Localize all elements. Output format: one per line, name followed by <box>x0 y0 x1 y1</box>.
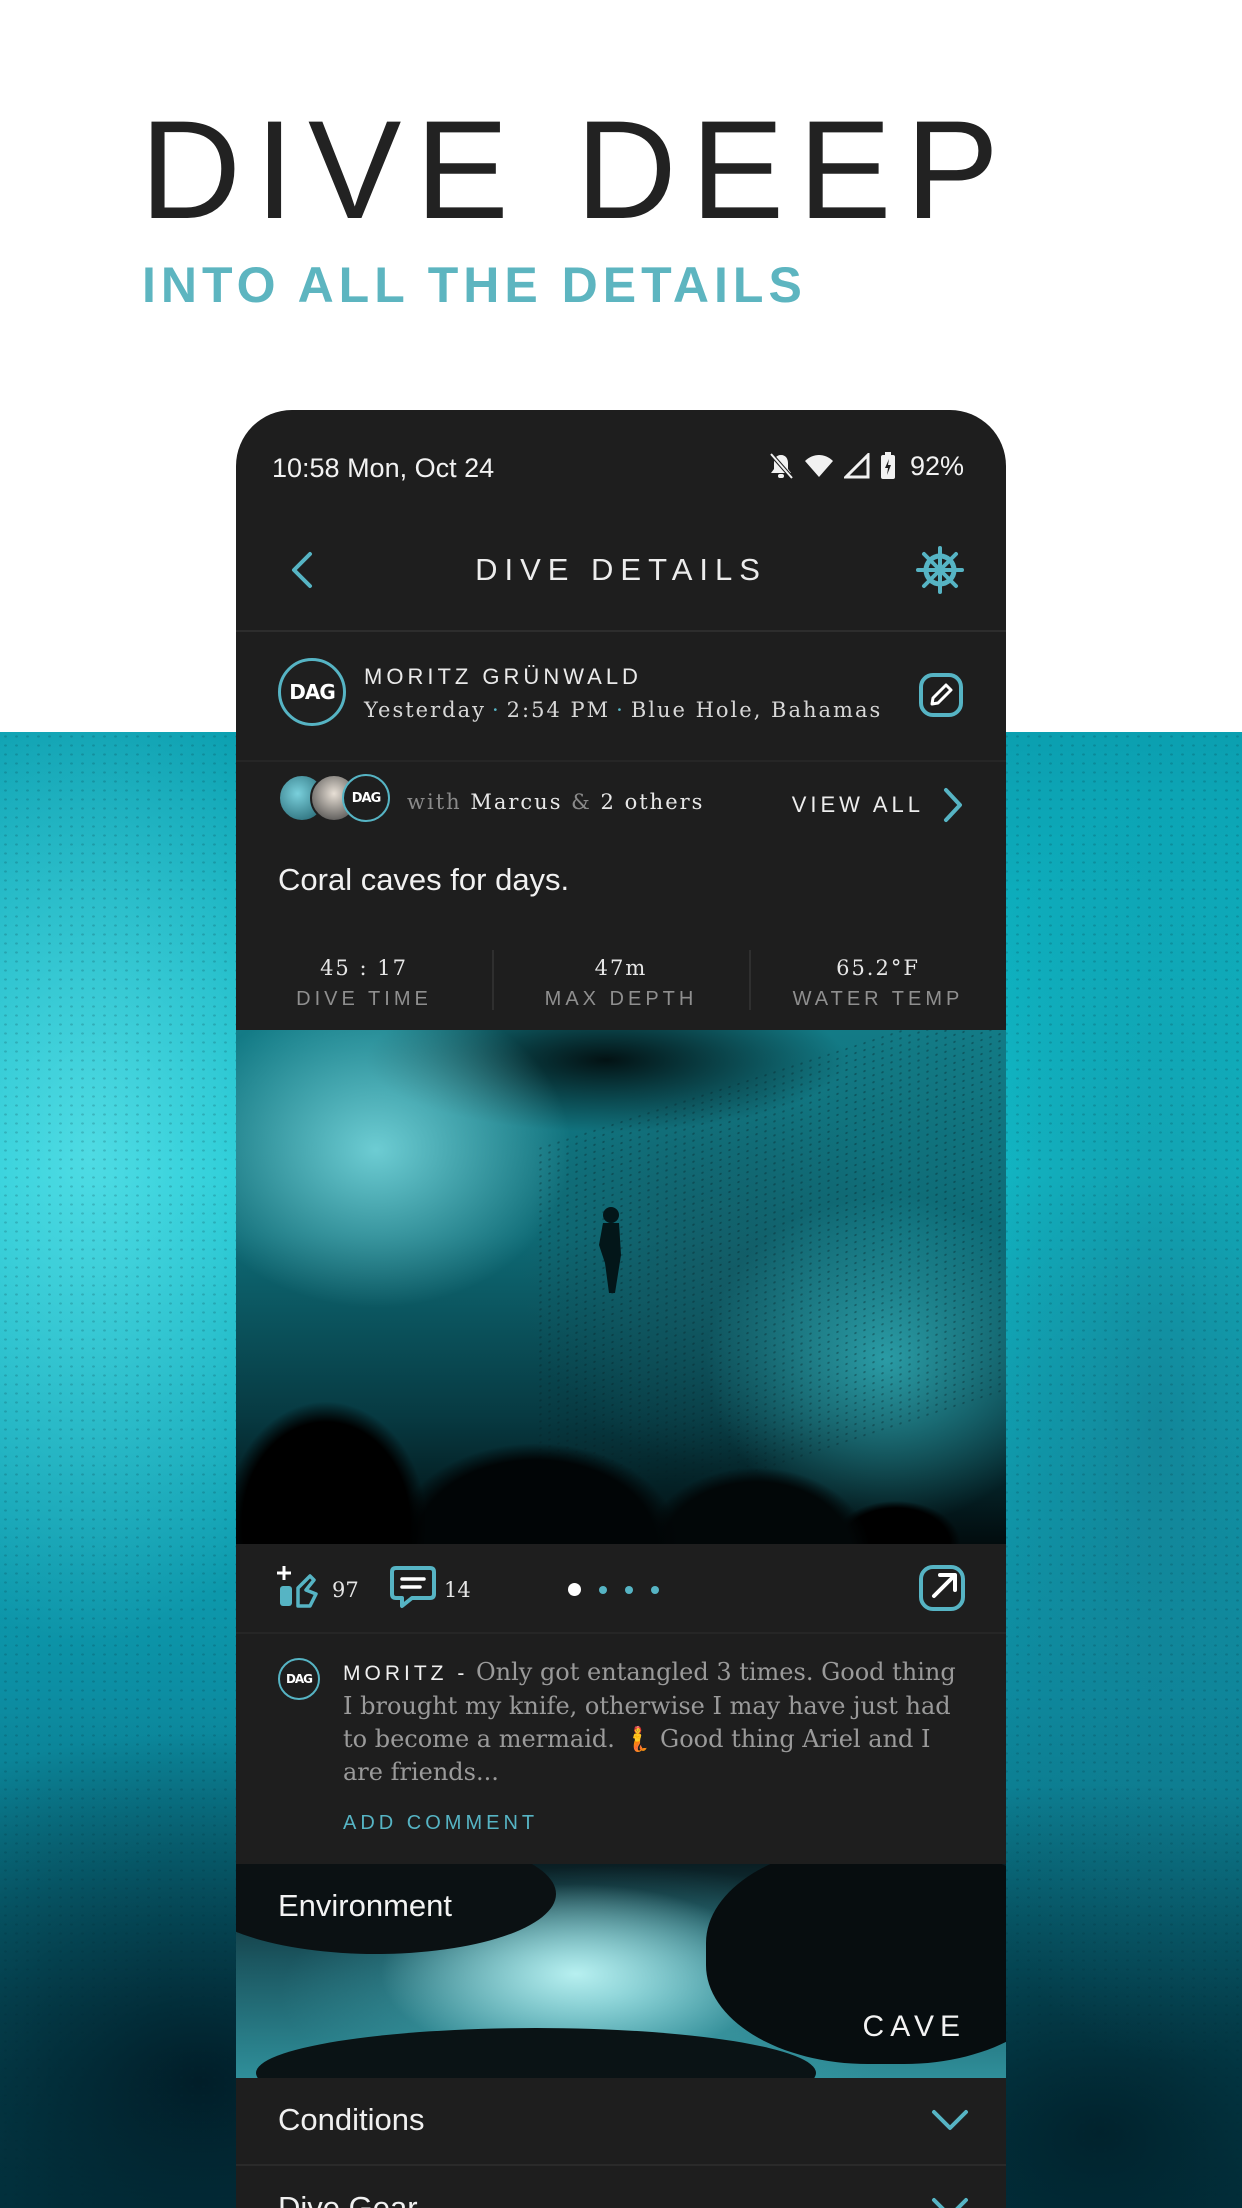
comments-count: 14 <box>444 1578 471 1602</box>
dive-caption: Coral caves for days. <box>278 862 570 897</box>
pager-dot-active[interactable] <box>568 1583 581 1596</box>
status-time: 10:58 Mon, Oct 24 <box>272 453 495 483</box>
buddy-avatar[interactable]: DAG <box>342 774 390 822</box>
stat-label: MAX DEPTH <box>544 988 698 1010</box>
tank-like-icon[interactable] <box>276 1564 322 1610</box>
stat-label: DIVE TIME <box>296 988 432 1010</box>
author-row: DAG MORITZ GRÜNWALD Yesterday · 2:54 PM · Bl… <box>236 632 1006 762</box>
environment-value: CAVE <box>862 2010 966 2043</box>
battery-percent: 92% <box>909 450 964 481</box>
dive-photo[interactable] <box>236 1030 1006 1544</box>
pager-dot[interactable] <box>625 1585 633 1594</box>
conditions-label: Conditions <box>278 2102 425 2137</box>
stat-value: 65.2°F <box>836 956 920 980</box>
rock-silhouette <box>256 2028 816 2078</box>
stat-value: 47m <box>594 956 648 980</box>
phone-screen: 10:58 Mon, Oct 24 92% DIVE DETAILS DAG M… <box>236 410 1006 2208</box>
likes-count: 97 <box>332 1578 359 1602</box>
environment-title: Environment <box>278 1888 453 1923</box>
stat-dive-time: 45 : 17 DIVE TIME <box>236 940 492 1011</box>
stat-max-depth: 47m MAX DEPTH <box>493 940 749 1011</box>
photo-pager-dots[interactable] <box>568 1583 659 1596</box>
reef-silhouette <box>236 1334 1006 1544</box>
commenter-avatar[interactable]: DAG <box>278 1658 320 1700</box>
share-icon[interactable] <box>918 1564 966 1612</box>
hero-title: DIVE DEEP <box>140 91 1013 248</box>
dive-gear-section[interactable]: Dive Gear <box>236 2166 1006 2208</box>
author-name[interactable]: MORITZ GRÜNWALD <box>364 664 642 690</box>
conditions-section[interactable]: Conditions <box>236 2078 1006 2166</box>
view-all-button[interactable]: VIEW ALL <box>792 792 924 818</box>
status-bar: 10:58 Mon, Oct 24 92% <box>236 410 1006 510</box>
dive-stats: 45 : 17 DIVE TIME 47m MAX DEPTH 65.2°F W… <box>236 940 1006 1040</box>
top-comment: DAG MORITZ - Only got entangled 3 times.… <box>236 1634 1006 1864</box>
photo-actions: 97 14 <box>236 1544 1006 1634</box>
author-avatar[interactable]: DAG <box>278 658 346 726</box>
pager-dot[interactable] <box>651 1585 659 1594</box>
environment-card[interactable]: Environment CAVE <box>236 1864 1006 2078</box>
wifi-icon <box>804 455 833 477</box>
others-count[interactable]: 2 others <box>601 790 705 814</box>
dive-meta: Yesterday · 2:54 PM · Blue Hole, Bahamas <box>364 698 883 722</box>
bell-off-icon <box>769 452 794 480</box>
chevron-down-icon[interactable] <box>930 2194 970 2208</box>
battery-icon <box>880 452 895 479</box>
signal-icon <box>843 453 870 479</box>
stat-water-temp: 65.2°F WATER TEMP <box>750 940 1006 1011</box>
add-comment-button[interactable]: ADD COMMENT <box>343 1812 538 1835</box>
ship-wheel-icon[interactable] <box>916 546 964 594</box>
pager-dot[interactable] <box>599 1585 607 1594</box>
first-buddy-name[interactable]: Marcus <box>470 790 562 814</box>
edit-icon[interactable] <box>918 672 964 718</box>
comment-author[interactable]: MORITZ - <box>343 1662 468 1685</box>
stat-value: 45 : 17 <box>320 956 408 980</box>
chevron-right-icon[interactable] <box>940 786 966 824</box>
dive-day: Yesterday <box>364 698 486 722</box>
with-label: with <box>407 790 462 814</box>
comment-icon[interactable] <box>390 1564 436 1610</box>
comment-body: MORITZ - Only got entangled 3 times. Goo… <box>343 1656 963 1789</box>
chevron-down-icon[interactable] <box>930 2106 970 2134</box>
avatar-logo-text: DAG <box>289 680 335 704</box>
hero-subtitle: INTO ALL THE DETAILS <box>142 257 807 313</box>
amp-label: & <box>571 790 592 814</box>
status-icons: 92% <box>768 450 964 482</box>
buddy-logo-text: DAG <box>351 790 382 806</box>
buddies-text: with Marcus & 2 others <box>407 790 704 814</box>
diver-silhouette <box>599 1207 621 1293</box>
dive-gear-label: Dive Gear <box>278 2190 418 2208</box>
buddies-row: DAG with Marcus & 2 others VIEW ALL <box>236 762 1006 846</box>
app-bar: DIVE DETAILS <box>236 510 1006 632</box>
screen-title: DIVE DETAILS <box>475 552 767 587</box>
commenter-logo-text: DAG <box>285 1672 313 1686</box>
dive-location[interactable]: Blue Hole, Bahamas <box>631 698 882 722</box>
dive-time-of-day: 2:54 PM <box>506 698 611 722</box>
stat-label: WATER TEMP <box>792 988 964 1010</box>
